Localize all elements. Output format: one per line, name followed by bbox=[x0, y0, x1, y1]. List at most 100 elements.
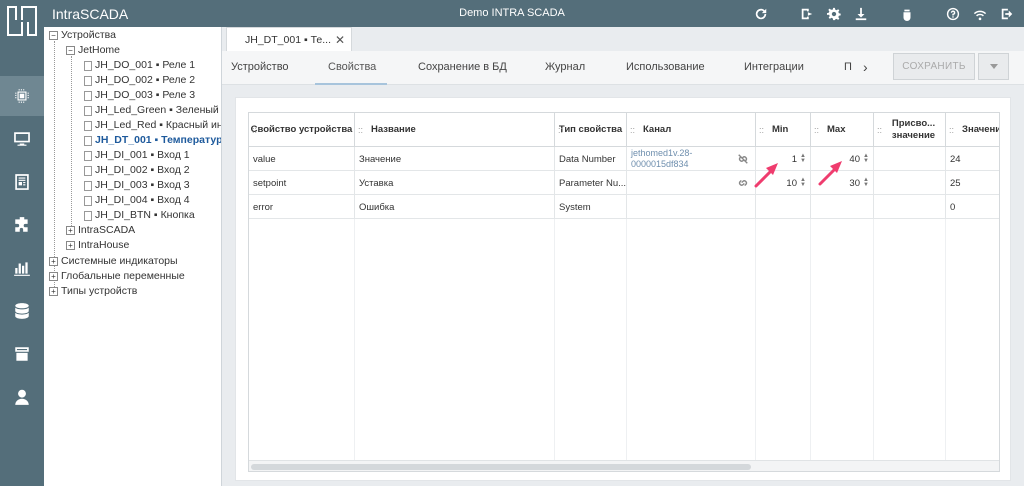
tab-db-save[interactable]: Сохранение в БД bbox=[418, 61, 507, 73]
logout-icon[interactable] bbox=[998, 5, 1016, 23]
table-empty-area bbox=[249, 219, 999, 460]
tree-node-devices[interactable]: − Устройства bbox=[49, 28, 116, 43]
main-content: :: Свойство устройства :: Название :: Тип с… bbox=[222, 85, 1024, 486]
tab-device[interactable]: Устройство bbox=[231, 61, 289, 73]
top-bar: IntraSCADA Demo INTRA SCADA bbox=[0, 0, 1024, 27]
file-icon bbox=[84, 75, 92, 86]
tree-node-jh-di-004[interactable]: JH_DI_004 ▪ Вход 4 bbox=[84, 193, 190, 208]
tab-journal[interactable]: Журнал bbox=[545, 61, 585, 73]
channel-cell[interactable]: jethomed1v.28-0000015df834 bbox=[627, 147, 756, 171]
expand-icon[interactable]: + bbox=[49, 257, 58, 266]
tree-node-jh-do-001[interactable]: JH_DO_001 ▪ Реле 1 bbox=[84, 58, 195, 73]
top-toolbar bbox=[752, 0, 1016, 27]
header-name[interactable]: :: Название bbox=[355, 113, 555, 147]
doc-tab-jh-dt-001[interactable]: JH_DT_001 ▪ Те... ✕ bbox=[226, 27, 352, 51]
annotation-arrow-min bbox=[754, 163, 778, 188]
monitor-icon bbox=[14, 132, 30, 146]
property-tabs: Устройство Свойства Сохранение в БД Журн… bbox=[222, 51, 1024, 85]
save-dropdown-button[interactable] bbox=[978, 53, 1009, 80]
tree-node-global-vars[interactable]: + Глобальные переменные bbox=[49, 269, 185, 284]
header-max[interactable]: :: Max bbox=[811, 113, 874, 147]
horizontal-scrollbar[interactable] bbox=[249, 460, 999, 471]
channel-cell[interactable] bbox=[627, 171, 756, 195]
help-icon[interactable] bbox=[944, 5, 962, 23]
rail-charts-button[interactable] bbox=[0, 248, 44, 288]
save-button[interactable]: СОХРАНИТЬ bbox=[893, 53, 975, 80]
left-rail bbox=[0, 27, 44, 486]
file-icon bbox=[84, 105, 92, 116]
tree-node-jh-led-green[interactable]: JH_Led_Green ▪ Зеленый ин bbox=[84, 103, 221, 118]
tree-node-jh-di-003[interactable]: JH_DI_003 ▪ Вход 3 bbox=[84, 178, 190, 193]
tree-node-jh-di-002[interactable]: JH_DI_002 ▪ Вход 2 bbox=[84, 163, 190, 178]
file-icon bbox=[84, 135, 92, 146]
header-type[interactable]: :: Тип свойства bbox=[555, 113, 627, 147]
unlink-icon[interactable] bbox=[737, 153, 749, 165]
tree-node-jethome[interactable]: − JetHome bbox=[66, 43, 120, 58]
table-header: :: Свойство устройства :: Название :: Тип с… bbox=[249, 113, 999, 147]
rail-plugins-button[interactable] bbox=[0, 205, 44, 245]
annotation-arrow-max bbox=[818, 161, 842, 186]
channel-link[interactable]: jethomed1v.28-0000015df834 bbox=[631, 148, 731, 170]
rail-archive-button[interactable] bbox=[0, 334, 44, 374]
wifi-icon[interactable] bbox=[971, 5, 989, 23]
header-channel[interactable]: :: Канал bbox=[627, 113, 756, 147]
archive-icon bbox=[15, 347, 29, 361]
properties-panel: :: Свойство устройства :: Название :: Тип с… bbox=[235, 97, 1011, 481]
tree-node-jh-di-001[interactable]: JH_DI_001 ▪ Вход 1 bbox=[84, 148, 190, 163]
user-icon bbox=[15, 389, 29, 405]
header-min[interactable]: :: Min bbox=[756, 113, 811, 147]
expand-icon[interactable]: + bbox=[49, 272, 58, 281]
close-icon[interactable]: ✕ bbox=[335, 33, 345, 47]
tree-node-jh-dt-001[interactable]: JH_DT_001 ▪ Температура bbox=[84, 133, 221, 148]
tree-node-label: Устройства bbox=[61, 29, 116, 41]
chart-icon bbox=[14, 262, 30, 276]
file-icon bbox=[84, 210, 92, 221]
header-prop[interactable]: :: Свойство устройства bbox=[249, 113, 355, 147]
collapse-icon[interactable]: − bbox=[49, 31, 58, 40]
scrollbar-thumb[interactable] bbox=[251, 464, 751, 470]
chevron-right-icon[interactable]: › bbox=[863, 59, 868, 75]
rail-database-button[interactable] bbox=[0, 291, 44, 331]
tree-node-device-types[interactable]: + Типы устройств bbox=[49, 284, 137, 299]
expand-icon[interactable]: + bbox=[66, 226, 75, 235]
logo-mark-icon bbox=[7, 5, 37, 36]
device-tree: − Устройства − JetHome JH_DO_001 ▪ Реле … bbox=[44, 27, 222, 486]
tree-node-jh-do-002[interactable]: JH_DO_002 ▪ Реле 2 bbox=[84, 73, 195, 88]
rail-monitor-button[interactable] bbox=[0, 119, 44, 159]
file-icon bbox=[84, 120, 92, 131]
database-icon bbox=[15, 303, 29, 319]
file-icon bbox=[84, 180, 92, 191]
tree-node-intrascada[interactable]: + IntraSCADA bbox=[66, 223, 135, 238]
download-icon[interactable] bbox=[852, 5, 870, 23]
tree-node-jh-do-003[interactable]: JH_DO_003 ▪ Реле 3 bbox=[84, 88, 195, 103]
file-icon bbox=[84, 195, 92, 206]
tree-node-jh-led-red[interactable]: JH_Led_Red ▪ Красный инди bbox=[84, 118, 221, 133]
tab-integrations[interactable]: Интеграции bbox=[744, 61, 804, 73]
properties-table: :: Свойство устройства :: Название :: Тип с… bbox=[248, 112, 1000, 472]
document-tabs: JH_DT_001 ▪ Те... ✕ bbox=[222, 27, 1024, 51]
rail-document-button[interactable] bbox=[0, 162, 44, 202]
expand-icon[interactable]: + bbox=[49, 287, 58, 296]
table-row[interactable]: error Ошибка System 0 bbox=[249, 195, 999, 219]
expand-icon[interactable]: + bbox=[66, 241, 75, 250]
devices-icon bbox=[15, 89, 29, 103]
tab-properties[interactable]: Свойства bbox=[328, 61, 376, 73]
table-row[interactable]: value Значение Data Number jethomed1v.28… bbox=[249, 147, 999, 171]
rail-user-button[interactable] bbox=[0, 377, 44, 417]
collapse-icon[interactable]: − bbox=[66, 46, 75, 55]
refresh-icon[interactable] bbox=[752, 5, 770, 23]
tree-node-system-indicators[interactable]: + Системные индикаторы bbox=[49, 254, 178, 269]
table-row[interactable]: setpoint Уставка Parameter Nu... 10 ▲ ▼ 30… bbox=[249, 171, 999, 195]
tree-node-jh-di-btn[interactable]: JH_DI_BTN ▪ Кнопка bbox=[84, 208, 195, 223]
tree-node-intrahouse[interactable]: + IntraHouse bbox=[66, 238, 129, 253]
export-icon[interactable] bbox=[798, 5, 816, 23]
header-value[interactable]: ::Значение bbox=[946, 113, 999, 147]
bug-icon[interactable] bbox=[898, 5, 916, 23]
header-assign[interactable]: :: Присво... значение bbox=[874, 113, 946, 147]
tab-usage[interactable]: Использование bbox=[626, 61, 705, 73]
file-icon bbox=[84, 150, 92, 161]
gear-icon[interactable] bbox=[825, 5, 843, 23]
rail-devices-button[interactable] bbox=[0, 76, 44, 116]
link-icon[interactable] bbox=[737, 177, 749, 189]
tab-more[interactable]: П bbox=[844, 61, 852, 73]
